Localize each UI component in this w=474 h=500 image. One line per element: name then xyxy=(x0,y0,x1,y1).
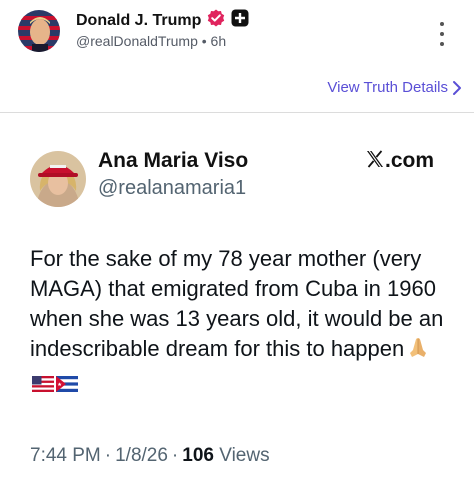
quote-author-name[interactable]: Ana Maria Viso xyxy=(98,149,248,173)
post-header: Donald J. Trump @realDonaldTrump • 6h xyxy=(0,0,474,70)
chevron-right-icon[interactable] xyxy=(452,79,462,102)
folded-hands-icon xyxy=(406,335,430,367)
quote-text: For the sake of my 78 year mother (very … xyxy=(30,244,450,400)
author-avatar[interactable] xyxy=(18,10,60,52)
quote-author-handle[interactable]: @realanamaria1 xyxy=(98,177,246,200)
views-label: Views xyxy=(219,445,270,466)
quote-meta: 7:44 PM · 1/8/26 · 106 Views xyxy=(30,445,270,467)
meta-dot: · xyxy=(104,445,112,466)
x-logo-icon xyxy=(366,149,384,173)
quote-time[interactable]: 7:44 PM xyxy=(30,445,101,466)
time-separator: • xyxy=(201,33,207,49)
quote-body: For the sake of my 78 year mother (very … xyxy=(30,246,444,361)
meta-dot: · xyxy=(171,445,179,466)
view-truth-details-link[interactable]: View Truth Details xyxy=(327,79,448,96)
us-flag-icon xyxy=(32,370,54,400)
quote-date[interactable]: 1/8/26 xyxy=(115,445,168,466)
more-vertical-icon[interactable] xyxy=(436,22,448,46)
quoted-post-card[interactable]: Ana Maria Viso @realanamaria1 .com For t… xyxy=(0,113,474,500)
quote-author-avatar[interactable] xyxy=(30,151,86,207)
verified-badge-icon xyxy=(207,9,225,32)
author-name[interactable]: Donald J. Trump xyxy=(76,12,201,30)
cuba-flag-icon xyxy=(56,370,78,400)
x-brand-text: .com xyxy=(385,149,435,172)
post-time: 6h xyxy=(210,33,227,49)
plus-icon[interactable] xyxy=(231,9,249,32)
author-handle[interactable]: @realDonaldTrump xyxy=(76,33,198,49)
x-brand: .com xyxy=(366,149,434,173)
views-count: 106 xyxy=(182,445,214,466)
